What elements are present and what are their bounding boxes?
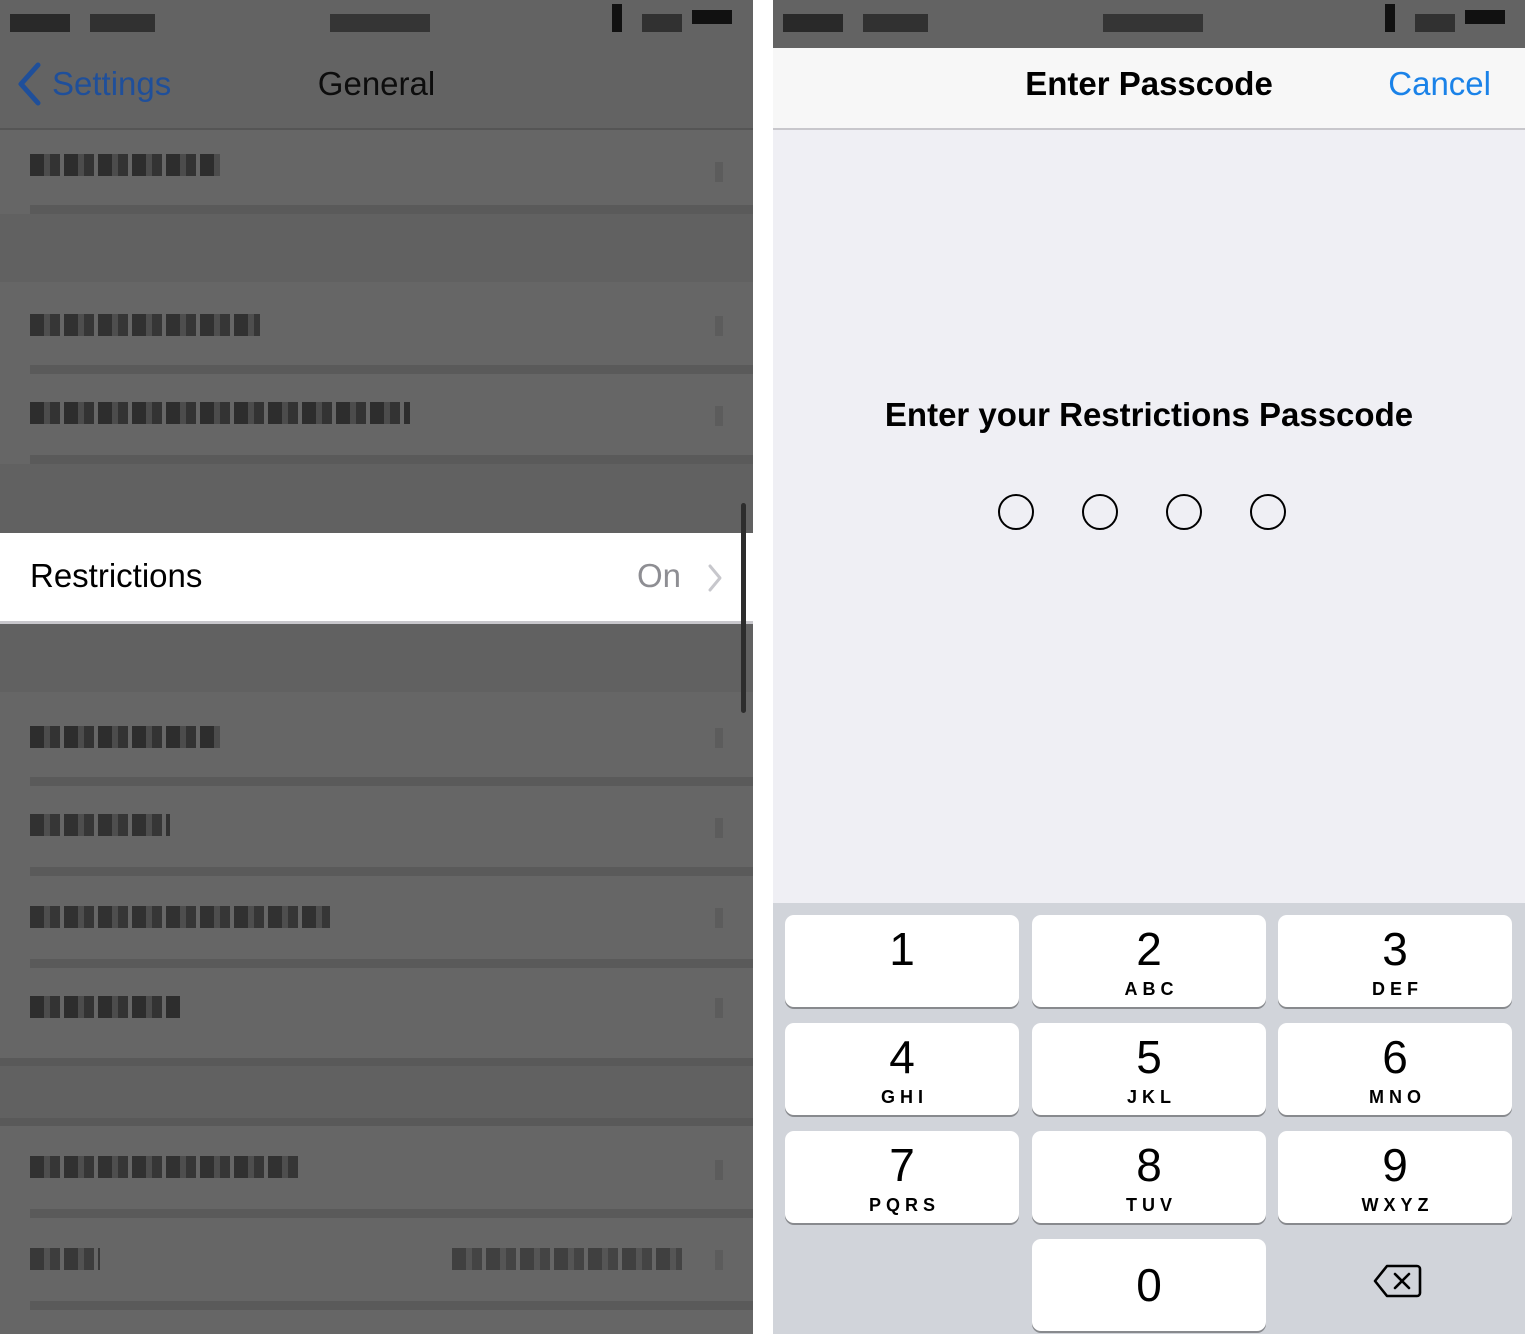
settings-row-redacted[interactable] (0, 1310, 753, 1334)
key-0[interactable]: 0 (1032, 1239, 1266, 1331)
status-bar-redacted (773, 0, 1525, 48)
chevron-right-icon (708, 564, 722, 592)
section-gap (0, 1058, 753, 1126)
navigation-bar: Settings General (0, 48, 753, 130)
restrictions-row[interactable]: Restrictions On (0, 533, 753, 624)
key-6[interactable]: 6 MNO (1278, 1023, 1512, 1115)
settings-row-redacted[interactable] (0, 1218, 753, 1310)
settings-row-redacted[interactable] (0, 130, 753, 214)
key-8[interactable]: 8 TUV (1032, 1131, 1266, 1223)
passcode-dot (998, 494, 1034, 530)
scrollbar[interactable] (741, 503, 746, 713)
delete-button[interactable] (1373, 1263, 1423, 1304)
passcode-dot (1250, 494, 1286, 530)
restrictions-status: On (636, 557, 681, 594)
section-gap (0, 624, 753, 692)
cancel-button[interactable]: Cancel (1388, 65, 1491, 103)
key-9[interactable]: 9 WXYZ (1278, 1131, 1512, 1223)
navigation-bar: Enter Passcode Cancel (773, 48, 1525, 130)
passcode-dot (1082, 494, 1118, 530)
settings-row-redacted[interactable] (0, 968, 753, 1058)
restrictions-label: Restrictions (30, 557, 203, 594)
numeric-keypad: 1 2 ABC 3 DEF 4 GHI 5 JKL 6 MNO 7 PQRS 8 (773, 903, 1525, 1334)
passcode-prompt: Enter your Restrictions Passcode (884, 396, 1414, 433)
delete-backspace-icon (1373, 1264, 1422, 1298)
key-2[interactable]: 2 ABC (1032, 915, 1266, 1007)
passcode-dots (998, 494, 1286, 530)
settings-row-redacted[interactable] (0, 786, 753, 876)
settings-row-redacted[interactable] (0, 282, 753, 374)
key-3[interactable]: 3 DEF (1278, 915, 1512, 1007)
settings-row-redacted[interactable] (0, 692, 753, 786)
settings-row-redacted[interactable] (0, 1126, 753, 1218)
key-4[interactable]: 4 GHI (785, 1023, 1019, 1115)
enter-passcode-screen: Enter Passcode Cancel Enter your Restric… (773, 0, 1525, 1334)
settings-general-screen: Settings General Restrictions On (0, 0, 753, 1334)
settings-row-redacted[interactable] (0, 876, 753, 968)
passcode-dot (1166, 494, 1202, 530)
page-title: General (317, 65, 436, 102)
status-bar-redacted (0, 0, 753, 48)
key-7[interactable]: 7 PQRS (785, 1131, 1019, 1223)
section-gap (0, 214, 753, 282)
key-5[interactable]: 5 JKL (1032, 1023, 1266, 1115)
section-gap (0, 464, 753, 533)
key-1[interactable]: 1 (785, 915, 1019, 1007)
settings-row-redacted[interactable] (0, 374, 753, 464)
